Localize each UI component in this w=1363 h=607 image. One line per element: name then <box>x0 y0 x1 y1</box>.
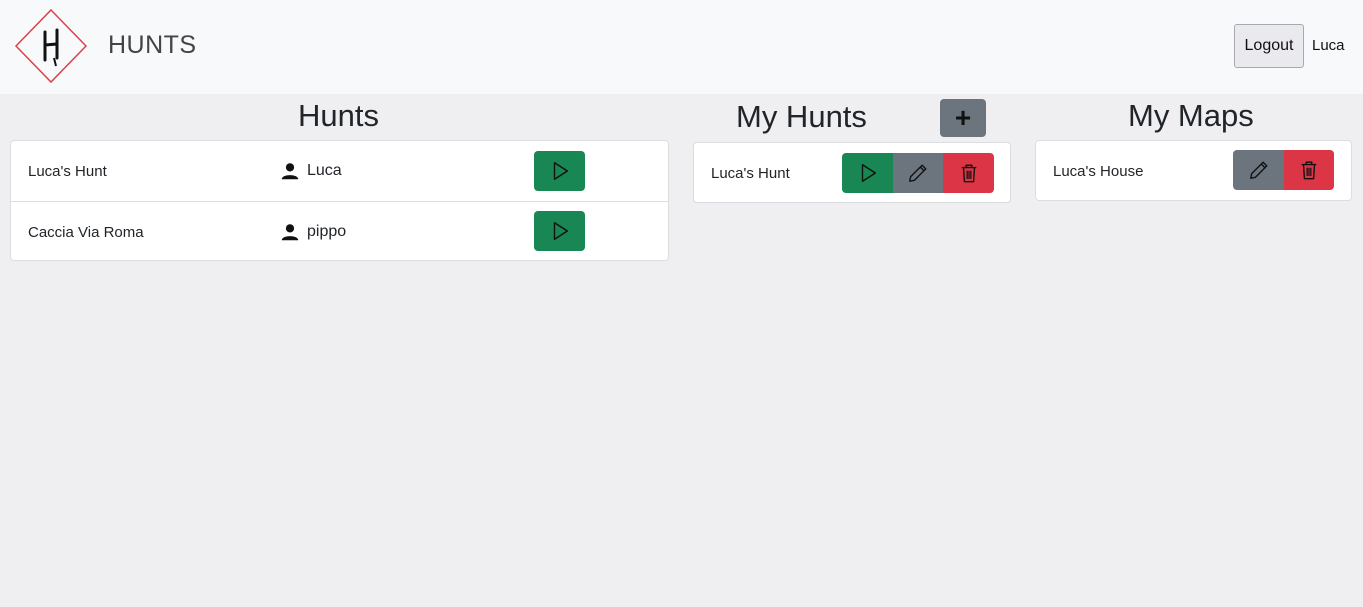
hunt-name: Caccia Via Roma <box>28 224 144 241</box>
edit-map-button[interactable] <box>1233 150 1284 190</box>
current-user: Luca <box>1312 37 1345 54</box>
play-hunt-button[interactable] <box>534 211 585 251</box>
hunt-author: Luca <box>279 160 342 182</box>
hunt-author: pippo <box>279 221 346 243</box>
map-name: Luca's House <box>1053 163 1144 180</box>
hunt-author-name: Luca <box>307 162 342 179</box>
list-item: Luca's Hunt Luca <box>11 141 668 201</box>
my-maps-list: Luca's House <box>1035 140 1352 201</box>
navbar: HUNTS Logout Luca <box>0 0 1363 94</box>
hunts-title: Hunts <box>298 98 379 133</box>
play-hunt-button[interactable] <box>534 151 585 191</box>
person-icon <box>281 163 299 180</box>
hunt-author-name: pippo <box>307 223 347 240</box>
hunts-list: Luca's Hunt Luca Caccia Via Roma pippo <box>10 140 669 261</box>
play-icon <box>861 164 876 182</box>
delete-map-button[interactable] <box>1284 150 1334 190</box>
brand-logo[interactable] <box>14 8 88 84</box>
delete-hunt-button[interactable] <box>943 153 994 193</box>
edit-hunt-button[interactable] <box>893 153 943 193</box>
my-maps-title: My Maps <box>1128 98 1254 133</box>
add-hunt-button[interactable]: + <box>940 99 986 137</box>
plus-icon: + <box>954 102 972 133</box>
list-item: Caccia Via Roma pippo <box>11 201 668 262</box>
brand-name[interactable]: HUNTS <box>108 31 197 60</box>
play-icon <box>553 162 568 180</box>
play-hunt-button[interactable] <box>842 153 893 193</box>
pencil-icon <box>1249 161 1267 179</box>
trash-icon <box>961 164 976 183</box>
play-icon <box>553 222 568 240</box>
pencil-icon <box>909 164 927 182</box>
my-hunts-list: Luca's Hunt <box>693 142 1011 203</box>
hunt-name: Luca's Hunt <box>28 163 107 180</box>
logout-button[interactable]: Logout <box>1234 24 1304 68</box>
trash-icon <box>1301 161 1317 180</box>
person-icon <box>281 224 299 241</box>
diamond-logo-icon <box>14 8 88 84</box>
list-item: Luca's House <box>1036 141 1351 202</box>
list-item: Luca's Hunt <box>694 143 1010 204</box>
my-hunt-name: Luca's Hunt <box>711 165 790 182</box>
my-hunts-title: My Hunts <box>736 99 867 134</box>
